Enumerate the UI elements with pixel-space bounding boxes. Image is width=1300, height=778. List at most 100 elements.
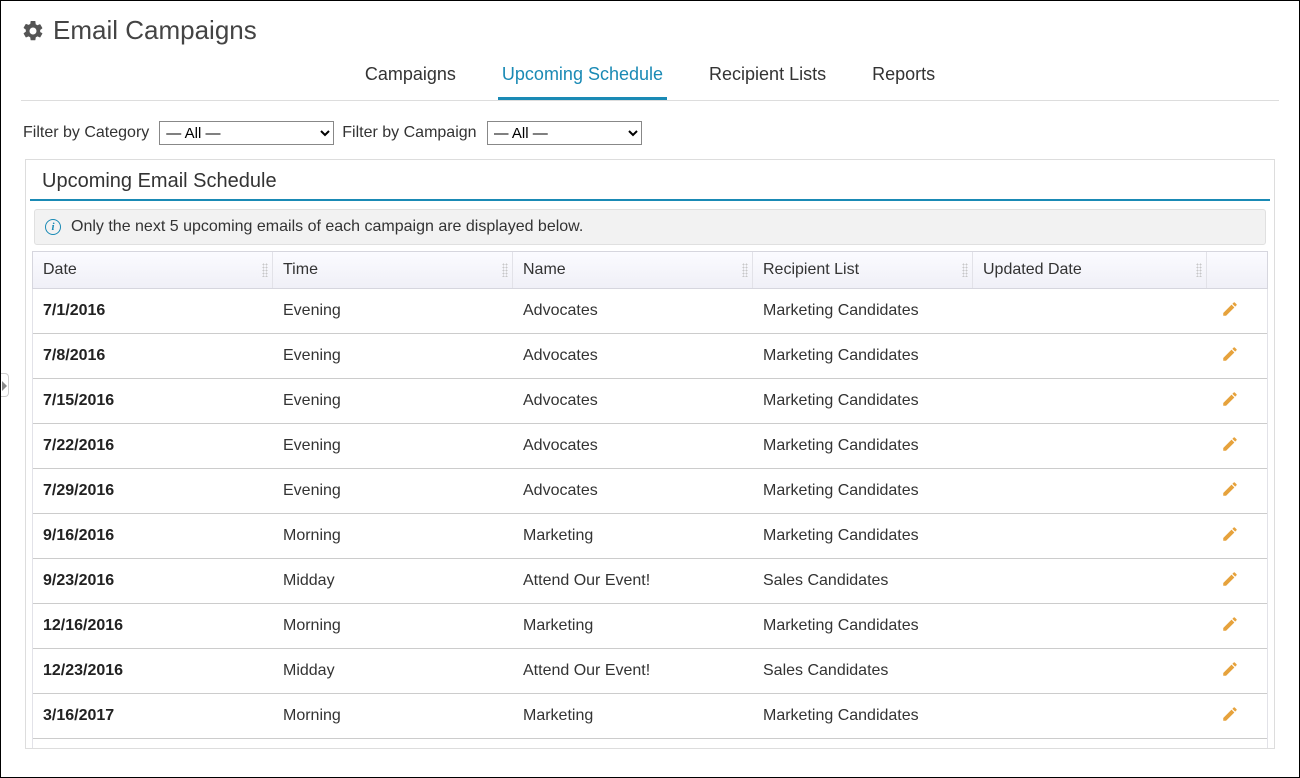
table-row: 7/8/2016EveningAdvocatesMarketing Candid… — [33, 334, 1267, 379]
info-text: Only the next 5 upcoming emails of each … — [71, 218, 583, 236]
cell-time: Evening — [273, 392, 513, 410]
edit-icon[interactable] — [1221, 615, 1239, 633]
cell-time: Midday — [273, 572, 513, 590]
cell-recipient: Marketing Candidates — [753, 302, 973, 320]
drag-handle-icon[interactable] — [502, 263, 508, 277]
info-bar: i Only the next 5 upcoming emails of eac… — [34, 209, 1266, 245]
cell-recipient: Marketing Candidates — [753, 527, 973, 545]
schedule-grid: Date Time Name Recipient List Updated Da… — [32, 251, 1268, 749]
col-header-date[interactable]: Date — [33, 252, 273, 288]
col-header-time-label: Time — [283, 261, 318, 278]
cell-time: Evening — [273, 437, 513, 455]
cell-actions — [1207, 660, 1253, 683]
table-row: 7/1/2016EveningAdvocatesMarketing Candid… — [33, 289, 1267, 334]
cell-time: Morning — [273, 527, 513, 545]
cell-date: 9/23/2016 — [33, 572, 273, 590]
tab-reports[interactable]: Reports — [868, 54, 939, 100]
cell-time: Midday — [273, 662, 513, 680]
side-expand-handle[interactable] — [1, 373, 9, 397]
edit-icon[interactable] — [1221, 345, 1239, 363]
cell-recipient: Marketing Candidates — [753, 392, 973, 410]
cell-actions — [1207, 615, 1253, 638]
cell-time: Morning — [273, 617, 513, 635]
edit-icon[interactable] — [1221, 705, 1239, 723]
col-header-time[interactable]: Time — [273, 252, 513, 288]
cell-recipient: Sales Candidates — [753, 662, 973, 680]
col-header-name-label: Name — [523, 261, 566, 278]
grid-body[interactable]: 7/1/2016EveningAdvocatesMarketing Candid… — [32, 289, 1268, 749]
cell-time: Evening — [273, 302, 513, 320]
info-icon: i — [45, 219, 61, 235]
panel-title: Upcoming Email Schedule — [30, 160, 1270, 201]
cell-date: 7/8/2016 — [33, 347, 273, 365]
table-row: 12/16/2016MorningMarketingMarketing Cand… — [33, 604, 1267, 649]
gear-icon — [21, 19, 45, 43]
col-header-name[interactable]: Name — [513, 252, 753, 288]
col-header-updated[interactable]: Updated Date — [973, 252, 1207, 288]
cell-recipient: Marketing Candidates — [753, 437, 973, 455]
edit-icon[interactable] — [1221, 660, 1239, 678]
cell-date: 7/29/2016 — [33, 482, 273, 500]
filters-bar: Filter by Category — All — Filter by Cam… — [1, 101, 1299, 159]
edit-icon[interactable] — [1221, 570, 1239, 588]
cell-actions — [1207, 480, 1253, 503]
cell-actions — [1207, 570, 1253, 593]
drag-handle-icon[interactable] — [1196, 263, 1202, 277]
cell-recipient: Marketing Candidates — [753, 482, 973, 500]
cell-time: Morning — [273, 707, 513, 725]
tab-upcoming-schedule[interactable]: Upcoming Schedule — [498, 54, 667, 100]
tab-recipient-lists[interactable]: Recipient Lists — [705, 54, 830, 100]
cell-date: 12/23/2016 — [33, 662, 273, 680]
edit-icon[interactable] — [1221, 525, 1239, 543]
edit-icon[interactable] — [1221, 480, 1239, 498]
filter-campaign-label: Filter by Campaign — [342, 124, 476, 142]
col-header-actions — [1207, 252, 1253, 288]
grid-header: Date Time Name Recipient List Updated Da… — [32, 251, 1268, 289]
cell-time: Evening — [273, 482, 513, 500]
col-header-recipient-label: Recipient List — [763, 261, 859, 278]
table-row: 12/23/2016MiddayAttend Our Event!Sales C… — [33, 649, 1267, 694]
drag-handle-icon[interactable] — [262, 263, 268, 277]
schedule-panel: Upcoming Email Schedule i Only the next … — [25, 159, 1275, 749]
cell-actions — [1207, 300, 1253, 323]
cell-name: Advocates — [513, 302, 753, 320]
tab-campaigns[interactable]: Campaigns — [361, 54, 460, 100]
cell-name: Marketing — [513, 527, 753, 545]
edit-icon[interactable] — [1221, 435, 1239, 453]
cell-actions — [1207, 705, 1253, 728]
cell-recipient: Marketing Candidates — [753, 707, 973, 725]
col-header-recipient[interactable]: Recipient List — [753, 252, 973, 288]
table-row: 7/22/2016EveningAdvocatesMarketing Candi… — [33, 424, 1267, 469]
cell-date: 12/16/2016 — [33, 617, 273, 635]
cell-recipient: Marketing Candidates — [753, 617, 973, 635]
cell-time: Evening — [273, 347, 513, 365]
cell-name: Attend Our Event! — [513, 662, 753, 680]
cell-name: Marketing — [513, 707, 753, 725]
tabs-nav: Campaigns Upcoming Schedule Recipient List… — [21, 54, 1279, 101]
cell-date: 3/16/2017 — [33, 707, 273, 725]
filter-campaign-select[interactable]: — All — — [487, 121, 642, 145]
edit-icon[interactable] — [1221, 390, 1239, 408]
filter-category-select[interactable]: — All — — [159, 121, 334, 145]
cell-name: Advocates — [513, 437, 753, 455]
col-header-updated-label: Updated Date — [983, 261, 1082, 278]
col-header-date-label: Date — [43, 261, 77, 278]
cell-date: 7/15/2016 — [33, 392, 273, 410]
page-header: Email Campaigns — [1, 1, 1299, 54]
table-row: 9/16/2016MorningMarketingMarketing Candi… — [33, 514, 1267, 559]
cell-recipient: Sales Candidates — [753, 572, 973, 590]
drag-handle-icon[interactable] — [742, 263, 748, 277]
cell-name: Advocates — [513, 482, 753, 500]
cell-actions — [1207, 435, 1253, 458]
edit-icon[interactable] — [1221, 300, 1239, 318]
drag-handle-icon[interactable] — [962, 263, 968, 277]
table-row: 9/23/2016MiddayAttend Our Event!Sales Ca… — [33, 559, 1267, 604]
cell-actions — [1207, 525, 1253, 548]
cell-name: Attend Our Event! — [513, 572, 753, 590]
table-row: 7/15/2016EveningAdvocatesMarketing Candi… — [33, 379, 1267, 424]
table-row: 3/16/2017MorningMarketingMarketing Candi… — [33, 694, 1267, 739]
cell-date: 9/16/2016 — [33, 527, 273, 545]
cell-date: 7/1/2016 — [33, 302, 273, 320]
cell-date: 7/22/2016 — [33, 437, 273, 455]
table-row: 7/29/2016EveningAdvocatesMarketing Candi… — [33, 469, 1267, 514]
